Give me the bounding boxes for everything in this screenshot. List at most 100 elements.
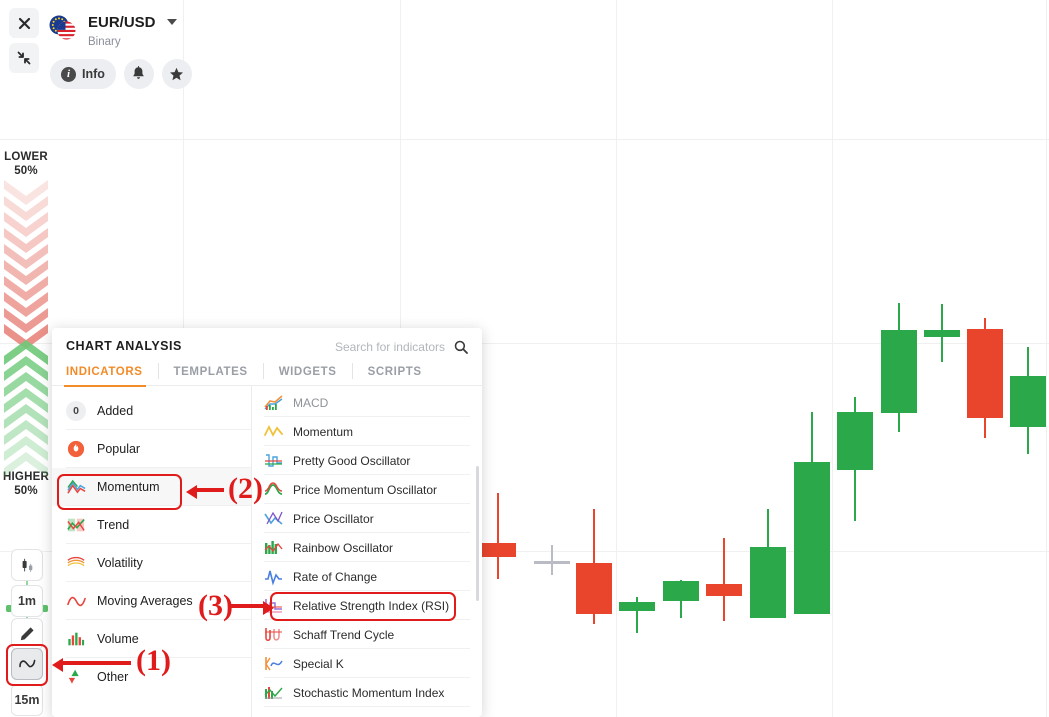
candlestick-icon [22,558,32,572]
close-icon [18,17,30,29]
candle-body [534,561,570,564]
indicator-rate-of-change[interactable]: Rate of Change [252,562,482,591]
category-label: Added [97,404,134,418]
candle [534,545,570,575]
stochastic-momentum-index-icon [264,683,283,702]
gauge-higher-percent: 50% [14,485,38,497]
panel-title: CHART ANALYSIS [66,339,182,353]
indicator-relative-strength-index-rsi[interactable]: Relative Strength Index (RSI) [252,591,482,620]
category-volatility[interactable]: Volatility [52,544,251,582]
category-label: Volume [97,632,139,646]
tab-templates[interactable]: TEMPLATES [159,358,263,386]
volume-bars-icon [66,629,86,649]
search-box[interactable] [307,339,468,355]
indicator-schaff-trend-cycle[interactable]: Schaff Trend Cycle [252,620,482,649]
candle-body [794,462,830,614]
favorite-button[interactable] [161,59,192,89]
pencil-icon [20,627,34,641]
candles-chart-type-button[interactable] [11,549,43,581]
draw-tool-button[interactable] [11,618,43,650]
indicator-label: Rate of Change [293,569,378,584]
candle [924,304,960,362]
candle [663,580,699,618]
bell-icon [133,66,145,79]
indicator-list-scrollbar[interactable] [476,466,479,601]
candle [750,509,786,618]
other-icon [66,667,86,687]
candle-body [663,581,699,601]
price-oscillator-icon [264,509,283,528]
candle [480,493,516,579]
volatility-icon [66,553,86,573]
panel-tabs: INDICATORS TEMPLATES WIDGETS SCRIPTS [64,358,437,387]
indicator-rainbow-oscillator[interactable]: Rainbow Oscillator [252,533,482,562]
grid-line-vertical [832,0,833,717]
asset-action-bar: i Info [50,59,192,89]
category-label: Moving Averages [97,594,193,608]
notifications-button[interactable] [123,59,154,89]
annotation-arrow-line-3 [231,604,264,608]
search-icon[interactable] [454,340,468,354]
candle [619,597,655,633]
asset-name-text: EUR/USD [88,14,156,31]
info-button[interactable]: i Info [50,59,116,89]
category-label: Momentum [97,480,160,494]
annotation-step-2: (2) [228,472,263,505]
candle [706,538,742,621]
indicator-macd[interactable]: MACD [252,388,482,417]
candle-body [576,563,612,614]
close-button[interactable] [9,8,39,38]
category-added[interactable]: 0 Added [52,392,251,430]
indicator-stochastic-momentum-index[interactable]: Stochastic Momentum Index [252,678,482,707]
pretty-good-oscillator-icon [264,451,283,470]
indicator-list[interactable]: MACD Momentum Pretty Good Oscillator Price … [252,386,482,717]
category-label: Popular [97,442,141,456]
category-popular[interactable]: Popular [52,430,251,468]
indicator-label: Price Oscillator [293,511,374,526]
tab-indicators[interactable]: INDICATORS [64,358,158,387]
annotation-step-3: (3) [198,589,233,622]
indicator-momentum[interactable]: Momentum [252,417,482,446]
indicator-label: MACD [293,395,329,410]
trend-icon [66,515,86,535]
candle [881,303,917,432]
search-input[interactable] [307,339,447,355]
gauge-lower-percent: 50% [14,165,38,177]
indicator-label: Relative Strength Index (RSI) [293,598,450,613]
info-button-label: Info [82,67,105,81]
indicator-pretty-good-oscillator[interactable]: Pretty Good Oscillator [252,446,482,475]
category-trend[interactable]: Trend [52,506,251,544]
tab-widgets[interactable]: WIDGETS [264,358,352,386]
collapse-button[interactable] [9,43,39,73]
grid-line-vertical [1046,0,1047,717]
candle-body [706,584,742,596]
payout-gauge: LOWER 50% HIGHER 50% [0,150,52,498]
indicators-button[interactable] [11,648,43,680]
candle-wick [551,545,553,575]
indicator-label: Momentum [293,424,354,439]
candle [967,318,1003,438]
asset-name[interactable]: EUR/USD [88,14,177,31]
chevron-down-icon[interactable] [166,19,177,25]
indicator-label: Pretty Good Oscillator [293,453,411,468]
timeframe-1m-button[interactable]: 1m [11,585,43,617]
candle-wick [723,538,725,621]
wave-icon [18,659,35,668]
annotation-arrow-line-1 [63,661,131,665]
indicator-label: Stochastic Momentum Index [293,685,445,700]
indicator-special-k[interactable]: Special K [252,649,482,678]
annotation-arrow-line-2 [197,488,224,492]
annotation-arrow-head-2 [186,485,197,499]
added-count-badge: 0 [66,401,86,421]
momentum-line-icon [264,422,283,441]
timeframe-15m-button[interactable]: 15m [11,684,43,716]
gauge-chevrons [0,180,52,477]
tab-scripts[interactable]: SCRIPTS [353,358,437,386]
indicator-price-momentum-oscillator[interactable]: Price Momentum Oscillator [252,475,482,504]
indicator-price-oscillator[interactable]: Price Oscillator [252,504,482,533]
special-k-icon [264,654,283,673]
indicator-label: Special K [293,656,344,671]
info-icon: i [61,66,76,82]
indicator-label: Price Momentum Oscillator [293,482,438,497]
category-momentum[interactable]: Momentum [52,468,251,506]
